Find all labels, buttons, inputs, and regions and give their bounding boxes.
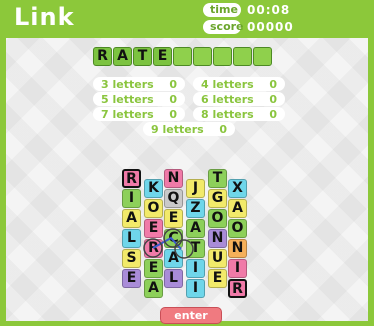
letter-tile[interactable]: L [122, 229, 141, 248]
word-slot [193, 47, 212, 66]
letter-tile[interactable]: G [208, 189, 227, 208]
frame-right [368, 0, 374, 326]
counter-label: 8 letters [201, 107, 254, 121]
letter-tile[interactable]: N [208, 229, 227, 248]
letter-tile[interactable]: J [186, 179, 205, 198]
letter-tile[interactable]: C [164, 229, 183, 248]
counter-value: 0 [269, 107, 277, 121]
letter-tile[interactable]: E [144, 259, 163, 278]
letter-tile[interactable]: A [228, 199, 247, 218]
counter-label: 4 letters [201, 77, 254, 91]
word-slot: E [153, 47, 172, 66]
letter-tile[interactable]: U [208, 249, 227, 268]
current-word-slots: R A T E [93, 47, 273, 66]
word-slot: R [93, 47, 112, 66]
letter-tile[interactable]: R [122, 169, 141, 188]
counter-4-letters: 4 letters 0 [193, 77, 285, 91]
enter-button[interactable]: enter [160, 307, 222, 324]
counter-value: 0 [269, 92, 277, 106]
score-value: 00000 [247, 20, 294, 34]
letter-tile[interactable]: A [164, 249, 183, 268]
counter-value: 0 [169, 107, 177, 121]
letter-tile[interactable]: A [122, 209, 141, 228]
letter-tile[interactable]: S [122, 249, 141, 268]
word-slot [173, 47, 192, 66]
letter-tile[interactable]: N [164, 169, 183, 188]
counter-6-letters: 6 letters 0 [193, 92, 285, 106]
word-slot: T [133, 47, 152, 66]
counter-8-letters: 8 letters 0 [193, 107, 285, 121]
letter-tile[interactable]: I [186, 259, 205, 278]
counter-value: 0 [169, 92, 177, 106]
counter-9-letters: 9 letters 0 [143, 122, 235, 136]
counter-label: 3 letters [101, 77, 154, 91]
counter-value: 0 [269, 77, 277, 91]
counter-label: 9 letters [151, 122, 204, 136]
score-label: score [203, 20, 244, 34]
letter-tile[interactable]: E [144, 219, 163, 238]
letter-tile[interactable]: O [208, 209, 227, 228]
letter-tile[interactable]: I [122, 189, 141, 208]
letter-tile[interactable]: A [186, 219, 205, 238]
counter-3-letters: 3 letters 0 [93, 77, 185, 91]
letter-tile[interactable]: I [186, 279, 205, 298]
time-label: time [203, 3, 241, 17]
word-slot: A [113, 47, 132, 66]
word-slot [253, 47, 272, 66]
game-screen: Link time 00:08 score 00000 R A T E 3 le… [0, 0, 374, 326]
letter-tile[interactable]: Q [164, 189, 183, 208]
letter-tile[interactable]: L [164, 269, 183, 288]
letter-tile[interactable]: I [228, 259, 247, 278]
letter-tile[interactable]: E [208, 269, 227, 288]
word-slot [233, 47, 252, 66]
frame-left [0, 0, 6, 326]
counter-value: 0 [219, 122, 227, 136]
letter-tile[interactable]: O [228, 219, 247, 238]
score-display: score 00000 [203, 20, 294, 34]
letter-tile[interactable]: T [186, 239, 205, 258]
letter-tile[interactable]: A [144, 279, 163, 298]
counter-label: 7 letters [101, 107, 154, 121]
letter-tile[interactable]: K [144, 179, 163, 198]
counter-5-letters: 5 letters 0 [93, 92, 185, 106]
header-bar: Link time 00:08 score 00000 [0, 0, 374, 38]
letter-tile[interactable]: N [228, 239, 247, 258]
time-display: time 00:08 [203, 3, 290, 17]
letter-tile[interactable]: E [164, 209, 183, 228]
counter-7-letters: 7 letters 0 [93, 107, 185, 121]
letter-tile[interactable]: R [228, 279, 247, 298]
letter-tile[interactable]: T [208, 169, 227, 188]
letter-tile[interactable]: X [228, 179, 247, 198]
counter-value: 0 [169, 77, 177, 91]
word-slot [213, 47, 232, 66]
time-value: 00:08 [247, 3, 291, 17]
letter-tile[interactable]: Z [186, 199, 205, 218]
app-title: Link [14, 3, 75, 31]
letter-tile[interactable]: O [144, 199, 163, 218]
counter-label: 6 letters [201, 92, 254, 106]
counter-label: 5 letters [101, 92, 154, 106]
letter-tile[interactable]: E [122, 269, 141, 288]
letter-tile[interactable]: R [144, 239, 163, 258]
